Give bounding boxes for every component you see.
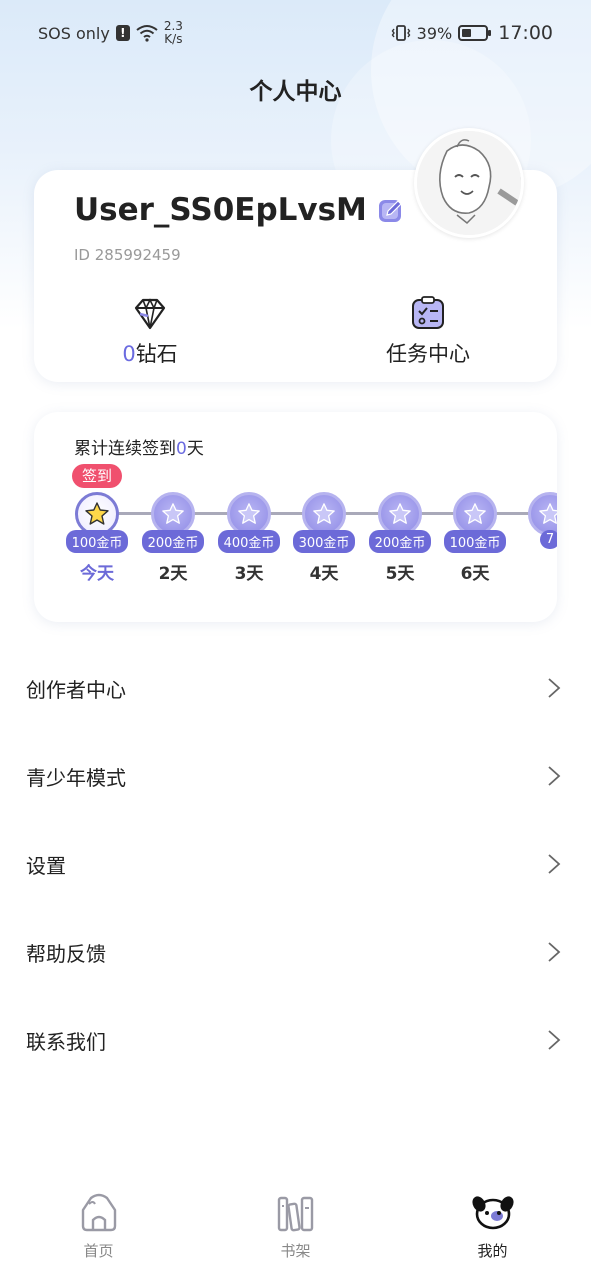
- star-icon: [313, 503, 335, 524]
- battery-percent: 39%: [416, 23, 453, 43]
- signin-title-suffix: 天: [186, 439, 204, 459]
- home-icon: [81, 1193, 116, 1232]
- network-speed: 2.3 K/s: [164, 20, 183, 46]
- signin-day-5[interactable]: 200金币 5天: [362, 492, 438, 584]
- reward-pill: 7: [539, 530, 557, 549]
- chevron-right-icon: [548, 678, 561, 698]
- menu-item-contact-us[interactable]: 联系我们: [0, 996, 591, 1084]
- wifi-icon: [136, 25, 158, 42]
- nav-label: 书架: [280, 1242, 311, 1260]
- star-icon: [539, 503, 557, 524]
- menu-item-label: 青少年模式: [26, 765, 126, 790]
- reward-pill: 100金币: [443, 530, 507, 553]
- menu-item-label: 帮助反馈: [26, 941, 106, 966]
- task-center-stat[interactable]: 任务中心: [338, 294, 518, 368]
- mine-icon: [471, 1196, 514, 1230]
- status-right: 39% 17:00: [391, 22, 553, 44]
- task-center-label: 任务中心: [386, 342, 470, 366]
- menu-item-creator-center[interactable]: 创作者中心: [0, 644, 591, 732]
- day-label: 今天: [80, 564, 114, 584]
- sim-alert-icon: !: [115, 25, 130, 41]
- reward-pill: 200金币: [368, 530, 432, 553]
- menu-item-label: 创作者中心: [26, 677, 126, 702]
- diamonds-stat[interactable]: 0钻石: [60, 294, 240, 368]
- star-icon: [464, 503, 486, 524]
- reward-pill: 400金币: [217, 530, 281, 553]
- signin-day-1[interactable]: 100金币 今天: [59, 492, 135, 584]
- settings-menu: 创作者中心 青少年模式 设置 帮助反馈 联系我们: [0, 644, 591, 1084]
- day-label: 3天: [234, 564, 264, 584]
- signin-day-7[interactable]: 7: [512, 492, 557, 555]
- diamond-icon: [134, 298, 166, 330]
- chevron-right-icon: [548, 942, 561, 962]
- task-checklist-icon: [412, 296, 444, 329]
- reward-pill: 300金币: [292, 530, 356, 553]
- menu-item-label: 设置: [26, 853, 66, 878]
- menu-item-youth-mode[interactable]: 青少年模式: [0, 732, 591, 820]
- diamonds-label-row: 0钻石: [122, 338, 177, 368]
- signin-title-prefix: 累计连续签到: [74, 439, 176, 459]
- menu-item-settings[interactable]: 设置: [0, 820, 591, 908]
- chevron-right-icon: [548, 1030, 561, 1050]
- signin-card: 累计连续签到0天 签到 100金币 今天 200金币 2天 400金币 3天 3…: [34, 412, 557, 622]
- signin-day-4[interactable]: 300金币 4天: [286, 492, 362, 584]
- bookshelf-icon: [277, 1196, 313, 1232]
- page-title: 个人中心: [249, 79, 342, 105]
- battery-icon: [458, 25, 492, 41]
- nav-label: 首页: [83, 1242, 114, 1260]
- signin-title: 累计连续签到0天: [74, 434, 204, 459]
- diamonds-label: 钻石: [135, 342, 178, 366]
- clock-time: 17:00: [498, 22, 553, 44]
- avatar-illustration: [417, 131, 521, 235]
- signin-day-6[interactable]: 100金币 6天: [437, 492, 513, 584]
- user-id: ID 285992459: [74, 246, 181, 264]
- reward-pill: 200金币: [141, 530, 205, 553]
- carrier-text: SOS only: [38, 23, 110, 43]
- signin-day-3[interactable]: 400金币 3天: [211, 492, 287, 584]
- star-icon: [389, 503, 411, 524]
- reward-pill: 100金币: [65, 530, 129, 553]
- chevron-right-icon: [548, 854, 561, 874]
- edit-icon[interactable]: [377, 196, 405, 224]
- status-left: SOS only ! 2.3 K/s: [38, 20, 183, 46]
- avatar[interactable]: [414, 128, 524, 238]
- nav-item-mine[interactable]: 我的: [394, 1180, 591, 1280]
- vibrate-icon: [391, 25, 411, 41]
- signin-button[interactable]: 签到: [72, 464, 122, 488]
- username: User_SS0EpLvsM: [74, 192, 367, 228]
- nav-item-home[interactable]: 首页: [0, 1180, 197, 1280]
- menu-item-label: 联系我们: [26, 1029, 106, 1054]
- signin-days-count: 0: [176, 439, 187, 459]
- diamonds-count: 0: [122, 342, 136, 366]
- signin-day-2[interactable]: 200金币 2天: [135, 492, 211, 584]
- bottom-nav: 首页 书架 我的: [0, 1180, 591, 1280]
- day-label: 4天: [309, 564, 339, 584]
- menu-item-help-feedback[interactable]: 帮助反馈: [0, 908, 591, 996]
- chevron-right-icon: [548, 766, 561, 786]
- star-icon: [162, 503, 184, 524]
- network-speed-unit: K/s: [164, 32, 183, 46]
- day-label: 6天: [460, 564, 490, 584]
- star-icon: [238, 503, 260, 524]
- username-row: User_SS0EpLvsM: [74, 192, 405, 228]
- nav-item-bookshelf[interactable]: 书架: [197, 1180, 394, 1280]
- nav-label: 我的: [477, 1242, 508, 1260]
- status-bar: SOS only ! 2.3 K/s 39% 17:00: [0, 0, 591, 66]
- star-icon: [85, 502, 109, 525]
- day-label: 5天: [385, 564, 415, 584]
- day-label: 2天: [158, 564, 188, 584]
